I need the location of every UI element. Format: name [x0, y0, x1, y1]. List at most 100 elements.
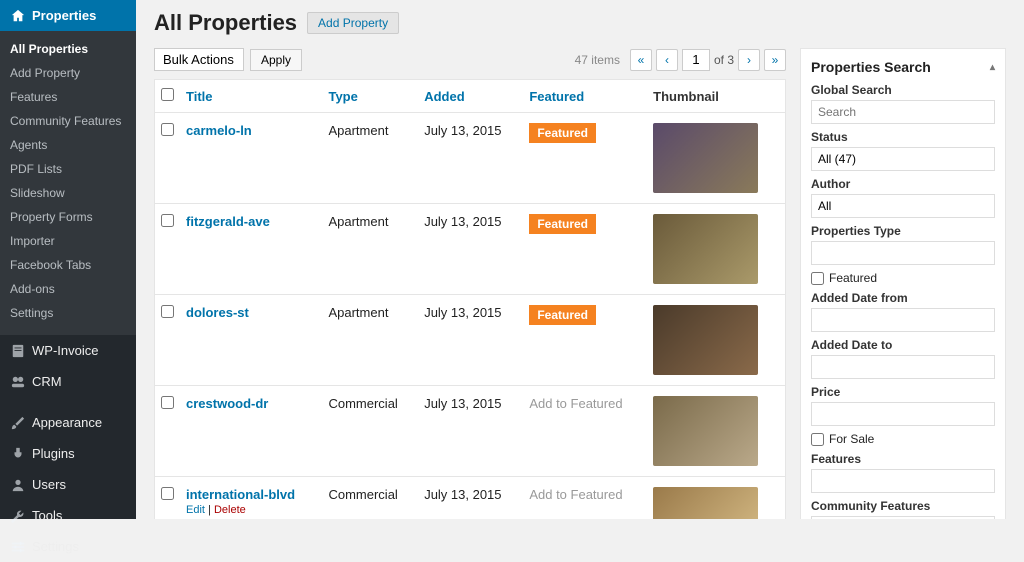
col-featured[interactable]: Featured [523, 80, 647, 113]
featured-badge: Featured [529, 214, 596, 234]
property-title-link[interactable]: carmelo-ln [186, 123, 252, 138]
pagination: 47 items « ‹ of 3 › » [575, 49, 786, 71]
col-added[interactable]: Added [418, 80, 523, 113]
price-select[interactable] [811, 402, 995, 426]
sidebar-item-label: Properties [32, 8, 96, 23]
add-to-featured-link[interactable]: Add to Featured [529, 487, 622, 502]
date-to-label: Added Date to [811, 338, 995, 352]
featured-checkbox[interactable] [811, 272, 824, 285]
page-last-button[interactable]: » [764, 49, 786, 71]
sidebar-item-label: Tools [32, 508, 62, 523]
property-added: July 13, 2015 [418, 386, 523, 477]
sidebar-item-appearance[interactable]: Appearance [0, 407, 136, 438]
global-search-label: Global Search [811, 83, 995, 97]
thumbnail-image [653, 214, 758, 284]
page-title: All Properties [154, 10, 297, 36]
properties-search-panel: Properties Search ▴ Global Search Status… [800, 48, 1006, 519]
row-checkbox[interactable] [161, 214, 174, 227]
features-label: Features [811, 452, 995, 466]
row-checkbox[interactable] [161, 123, 174, 136]
property-added: July 13, 2015 [418, 204, 523, 295]
search-title: Properties Search [811, 59, 931, 75]
property-added: July 13, 2015 [418, 295, 523, 386]
for-sale-checkbox[interactable] [811, 433, 824, 446]
col-type[interactable]: Type [322, 80, 418, 113]
select-all-checkbox[interactable] [161, 88, 174, 101]
submenu-item[interactable]: Slideshow [0, 181, 136, 205]
features-input[interactable] [811, 469, 995, 493]
sidebar-item-crm[interactable]: CRM [0, 366, 136, 397]
submenu-item[interactable]: Add Property [0, 61, 136, 85]
type-select[interactable] [811, 241, 995, 265]
page-first-button[interactable]: « [630, 49, 652, 71]
community-label: Community Features [811, 499, 995, 513]
property-title-link[interactable]: crestwood-dr [186, 396, 268, 411]
invoice-icon [8, 344, 28, 358]
submenu-item[interactable]: Community Features [0, 109, 136, 133]
bulk-actions-select[interactable]: Bulk Actions [154, 48, 244, 71]
property-type: Apartment [322, 204, 418, 295]
submenu-item[interactable]: Importer [0, 229, 136, 253]
row-checkbox[interactable] [161, 487, 174, 500]
property-title-link[interactable]: dolores-st [186, 305, 249, 320]
sidebar-item-plugins[interactable]: Plugins [0, 438, 136, 469]
add-property-button[interactable]: Add Property [307, 12, 399, 34]
submenu-item[interactable]: Agents [0, 133, 136, 157]
date-from-input[interactable] [811, 308, 995, 332]
page-prev-button[interactable]: ‹ [656, 49, 678, 71]
property-added: July 13, 2015 [418, 477, 523, 520]
author-select[interactable]: All [811, 194, 995, 218]
global-search-input[interactable] [811, 100, 995, 124]
thumbnail-image [653, 396, 758, 466]
col-title[interactable]: Title [180, 80, 322, 113]
sidebar-item-label: Users [32, 477, 66, 492]
sidebar-item-users[interactable]: Users [0, 469, 136, 500]
featured-badge: Featured [529, 305, 596, 325]
thumbnail-image [653, 305, 758, 375]
table-toolbar: Bulk Actions Apply 47 items « ‹ of 3 › » [154, 48, 786, 71]
row-edit[interactable]: Edit [186, 504, 205, 516]
status-label: Status [811, 130, 995, 144]
main-content: All Properties Add Property Bulk Actions… [136, 0, 1024, 519]
table-row: international-blvdEdit | DeleteCommercia… [155, 477, 786, 520]
wrench-icon [8, 509, 28, 523]
property-title-link[interactable]: international-blvd [186, 487, 295, 502]
sidebar-submenu: All PropertiesAdd PropertyFeaturesCommun… [0, 31, 136, 335]
sidebar-item-settings[interactable]: Settings [0, 531, 136, 562]
add-to-featured-link[interactable]: Add to Featured [529, 396, 622, 411]
submenu-item[interactable]: Facebook Tabs [0, 253, 136, 277]
page-total-label: of 3 [714, 53, 734, 67]
author-label: Author [811, 177, 995, 191]
table-row: fitzgerald-ave ApartmentJuly 13, 2015 Feat… [155, 204, 786, 295]
property-type: Apartment [322, 113, 418, 204]
apply-button[interactable]: Apply [250, 49, 302, 71]
status-select[interactable]: All (47) [811, 147, 995, 171]
sliders-icon [8, 540, 28, 554]
sidebar-item-properties[interactable]: Properties [0, 0, 136, 31]
featured-checkbox-label: Featured [829, 271, 877, 285]
property-added: July 13, 2015 [418, 113, 523, 204]
row-checkbox[interactable] [161, 305, 174, 318]
sidebar-item-wp-invoice[interactable]: WP-Invoice [0, 335, 136, 366]
type-label: Properties Type [811, 224, 995, 238]
property-title-link[interactable]: fitzgerald-ave [186, 214, 270, 229]
row-delete[interactable]: Delete [214, 504, 246, 516]
sidebar-item-tools[interactable]: Tools [0, 500, 136, 531]
submenu-item[interactable]: Settings [0, 301, 136, 325]
date-from-label: Added Date from [811, 291, 995, 305]
page-current-input[interactable] [682, 49, 710, 71]
submenu-item[interactable]: Add-ons [0, 277, 136, 301]
submenu-item[interactable]: All Properties [0, 37, 136, 61]
submenu-item[interactable]: PDF Lists [0, 157, 136, 181]
plug-icon [8, 447, 28, 461]
property-type: Commercial [322, 386, 418, 477]
date-to-input[interactable] [811, 355, 995, 379]
row-checkbox[interactable] [161, 396, 174, 409]
collapse-icon[interactable]: ▴ [990, 62, 995, 73]
for-sale-label: For Sale [829, 432, 874, 446]
page-next-button[interactable]: › [738, 49, 760, 71]
table-row: crestwood-dr CommercialJuly 13, 2015 Add t… [155, 386, 786, 477]
submenu-item[interactable]: Property Forms [0, 205, 136, 229]
submenu-item[interactable]: Features [0, 85, 136, 109]
property-type: Apartment [322, 295, 418, 386]
